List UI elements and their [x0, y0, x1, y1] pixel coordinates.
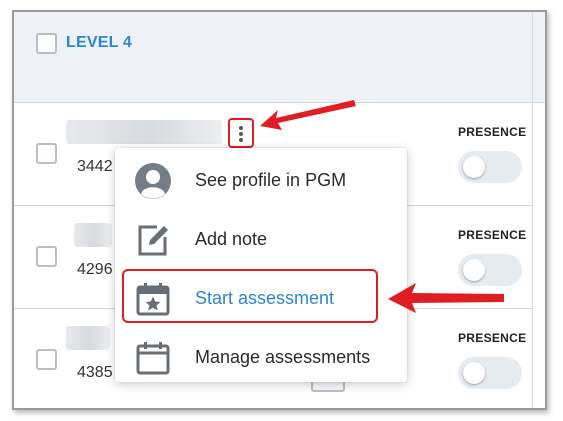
more-options-button[interactable]: [228, 118, 254, 148]
context-menu: See profile in PGM Add note Start assess…: [115, 148, 407, 382]
row-id: 4296: [77, 261, 113, 278]
menu-item-add-note[interactable]: Add note: [115, 210, 407, 268]
kebab-dot: [239, 132, 243, 136]
row-id: 4385: [77, 364, 113, 381]
presence-label: PRESENCE: [458, 125, 527, 139]
redacted-name: [66, 120, 222, 144]
calendar-icon: [136, 342, 170, 375]
column-divider: [532, 12, 533, 408]
annotation-arrow: [388, 283, 504, 313]
row-id: 3442: [77, 158, 113, 175]
presence-label: PRESENCE: [458, 228, 527, 242]
menu-item-label: See profile in PGM: [195, 170, 347, 190]
toggle-knob: [463, 156, 485, 178]
kebab-dot: [239, 126, 243, 130]
edit-note-icon: [138, 225, 168, 256]
level-title: LEVEL 4: [66, 34, 133, 51]
menu-item-label: Manage assessments: [195, 347, 371, 367]
row-checkbox[interactable]: [36, 143, 57, 164]
redacted-name: [66, 326, 110, 350]
annotation-arrow: [260, 100, 356, 130]
user-avatar-icon: [135, 163, 171, 199]
presence-toggle[interactable]: [458, 151, 522, 183]
toggle-knob: [463, 362, 485, 384]
row-checkbox[interactable]: [36, 349, 57, 370]
menu-item-see-profile[interactable]: See profile in PGM: [115, 151, 407, 209]
select-all-checkbox[interactable]: [36, 33, 57, 54]
level-header: LEVEL 4: [14, 12, 545, 103]
row-checkbox[interactable]: [36, 246, 57, 267]
presence-toggle[interactable]: [458, 357, 522, 389]
screenshot-frame: LEVEL 4 3442 PRESENCE 4296 PRESENCE 4385…: [12, 10, 547, 410]
menu-item-manage-assessments[interactable]: Manage assessments: [115, 328, 407, 386]
menu-item-label: Add note: [195, 229, 268, 249]
toggle-knob: [463, 259, 485, 281]
presence-label: PRESENCE: [458, 331, 527, 345]
annotation-highlight-box: [122, 269, 378, 323]
redacted-name: [74, 223, 112, 247]
kebab-dot: [239, 138, 243, 142]
